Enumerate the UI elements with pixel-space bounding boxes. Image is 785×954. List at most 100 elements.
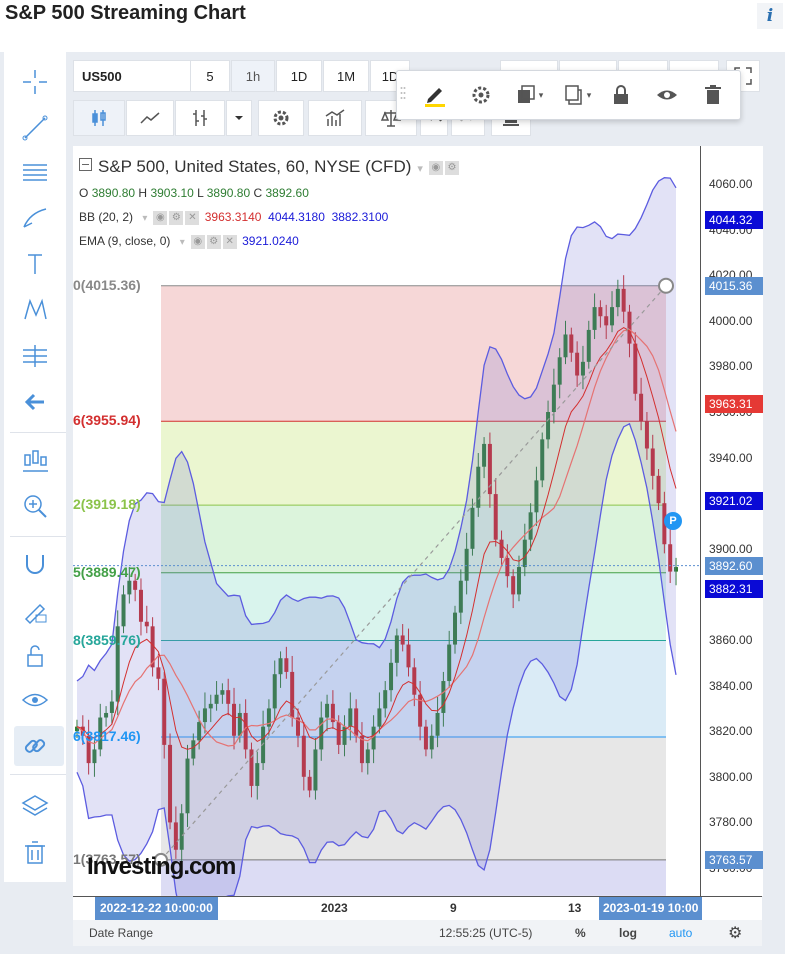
trash-icon[interactable] bbox=[19, 836, 51, 868]
price-label: 3963.31 bbox=[705, 395, 763, 414]
pencil-icon bbox=[425, 88, 445, 107]
brush-icon[interactable] bbox=[19, 202, 51, 234]
bb-settings-icon[interactable]: ⚙ bbox=[169, 210, 184, 225]
price-label: 3921.02 bbox=[705, 491, 763, 510]
zoom-icon[interactable] bbox=[19, 490, 51, 522]
ema-remove-icon[interactable]: ✕ bbox=[222, 234, 237, 249]
drag-handle[interactable] bbox=[400, 85, 406, 105]
floating-drawing-toolbar: ▾ ▾ bbox=[396, 70, 741, 120]
info-icon[interactable]: i bbox=[757, 3, 783, 29]
auto-toggle[interactable]: auto bbox=[669, 926, 692, 940]
text-icon[interactable] bbox=[19, 248, 51, 280]
price-tick: 3980.00 bbox=[709, 359, 753, 374]
ohlc-bars-icon bbox=[193, 110, 207, 126]
price-tick: 4000.00 bbox=[709, 313, 753, 328]
crosshair-icon[interactable] bbox=[19, 66, 51, 98]
price-tick: 3860.00 bbox=[709, 633, 753, 647]
trash-icon bbox=[705, 85, 721, 104]
price-tick: 3840.00 bbox=[709, 678, 753, 693]
ohlc-legend: O 3890.80 H 3903.10 L 3890.80 C 3892.60 bbox=[79, 186, 309, 200]
indicators-button[interactable] bbox=[308, 100, 362, 136]
interval-1h[interactable]: 1h bbox=[231, 60, 275, 92]
eye-icon[interactable] bbox=[19, 684, 51, 716]
legend-visibility-icon[interactable]: ◉ bbox=[428, 160, 443, 175]
log-toggle[interactable]: log bbox=[619, 926, 637, 940]
price-tick: 4060.00 bbox=[709, 177, 753, 191]
interval-5[interactable]: 5 bbox=[190, 60, 230, 92]
price-label: 3892.60 bbox=[705, 556, 763, 575]
price-label: 4015.36 bbox=[705, 276, 763, 295]
gear-icon bbox=[472, 86, 490, 104]
legend-menu-icon[interactable]: ▾ bbox=[417, 163, 423, 175]
measure-icon[interactable] bbox=[19, 340, 51, 372]
fib-level-label: 5(3889.47) bbox=[73, 563, 141, 580]
pattern-icon[interactable] bbox=[19, 294, 51, 326]
settings-button[interactable] bbox=[258, 100, 304, 136]
line-chart-button[interactable] bbox=[126, 100, 174, 136]
trend-line-icon[interactable] bbox=[19, 112, 51, 144]
ema-menu-icon[interactable]: ▾ bbox=[180, 237, 185, 248]
price-tick: 3900.00 bbox=[709, 541, 753, 556]
caret-down-icon bbox=[235, 116, 243, 120]
link-icon[interactable] bbox=[19, 730, 51, 762]
bb-remove-icon[interactable]: ✕ bbox=[185, 210, 200, 225]
drawing-settings-button[interactable] bbox=[465, 79, 497, 111]
chart-legend-title: S&P 500, United States, 60, NYSE (CFD) ▾ ◉… bbox=[79, 157, 461, 177]
ema-visibility-icon[interactable]: ◉ bbox=[190, 234, 205, 249]
fib-level-label: 2(3919.18) bbox=[73, 496, 141, 513]
lock-button[interactable] bbox=[605, 79, 637, 111]
copy-button[interactable]: ▾ bbox=[557, 79, 597, 111]
time-label-9: 9 bbox=[450, 901, 457, 915]
interval-1m[interactable]: 1M bbox=[323, 60, 369, 92]
date-range-button[interactable]: Date Range bbox=[89, 926, 153, 940]
chart-type-icon[interactable] bbox=[19, 444, 51, 476]
chart-canvas[interactable]: S&P 500, United States, 60, NYSE (CFD) ▾ ◉… bbox=[73, 146, 700, 896]
indicators-icon bbox=[325, 109, 345, 126]
delete-drawing-button[interactable] bbox=[697, 79, 729, 111]
visibility-button[interactable] bbox=[651, 79, 683, 111]
time-label-2023: 2023 bbox=[321, 901, 348, 915]
bars-button[interactable] bbox=[175, 100, 225, 136]
percent-toggle[interactable]: % bbox=[575, 926, 586, 940]
drawing-toolbar bbox=[4, 52, 66, 882]
ema-settings-icon[interactable]: ⚙ bbox=[206, 234, 221, 249]
fib-level-label: 6(3955.94) bbox=[73, 412, 141, 429]
gear-icon bbox=[273, 110, 289, 126]
price-label: 4044.32 bbox=[705, 210, 763, 229]
price-tick: 3940.00 bbox=[709, 450, 753, 465]
bb-visibility-icon[interactable]: ◉ bbox=[153, 210, 168, 225]
time-axis[interactable]: 2022-12-22 10:00:00 2023 9 13 2023-01-19… bbox=[73, 896, 762, 921]
ema-legend: EMA (9, close, 0) ▾ ◉ ⚙ ✕ 3921.0240 bbox=[79, 234, 299, 249]
magnet-icon[interactable] bbox=[19, 548, 51, 580]
price-chart bbox=[73, 177, 700, 896]
horizontal-lines-icon[interactable] bbox=[19, 156, 51, 188]
collapse-icon[interactable] bbox=[79, 158, 92, 171]
clock: 12:55:25 (UTC-5) bbox=[439, 926, 533, 940]
fib-level-label: 6(3817.46) bbox=[73, 727, 141, 744]
bb-menu-icon[interactable]: ▾ bbox=[142, 213, 147, 224]
time-label-13: 13 bbox=[568, 901, 582, 915]
candles-button[interactable] bbox=[73, 100, 125, 136]
settings-gear-icon[interactable]: ⚙ bbox=[728, 923, 742, 943]
candles-icon bbox=[92, 110, 106, 126]
lock-drawing-icon[interactable] bbox=[19, 594, 51, 626]
price-tick: 3820.00 bbox=[709, 724, 753, 739]
copy-icon bbox=[564, 85, 582, 105]
line-color-button[interactable] bbox=[419, 79, 451, 111]
page-title: S&P 500 Streaming Chart bbox=[5, 2, 246, 24]
back-arrow-icon[interactable] bbox=[19, 386, 51, 418]
interval-1d[interactable]: 1D bbox=[276, 60, 322, 92]
time-axis-end-label: 2023-01-19 10:00 bbox=[599, 897, 703, 920]
eye-icon bbox=[657, 90, 677, 100]
price-tick: 3780.00 bbox=[709, 815, 753, 830]
price-label: 3882.31 bbox=[705, 580, 763, 599]
unlock-icon[interactable] bbox=[19, 640, 51, 672]
legend-settings-icon[interactable]: ⚙ bbox=[444, 160, 459, 175]
legend-title: S&P 500, United States, 60, NYSE (CFD) bbox=[98, 157, 412, 176]
chart-type-dropdown[interactable] bbox=[226, 100, 252, 136]
pattern-marker[interactable]: P bbox=[664, 512, 682, 530]
status-bar: Date Range 12:55:25 (UTC-5) % log auto ⚙ bbox=[73, 920, 762, 946]
clone-button[interactable]: ▾ bbox=[509, 79, 549, 111]
layers-icon[interactable] bbox=[19, 790, 51, 822]
price-axis[interactable]: 4060.004040.004020.004000.003980.003960.… bbox=[700, 146, 763, 896]
